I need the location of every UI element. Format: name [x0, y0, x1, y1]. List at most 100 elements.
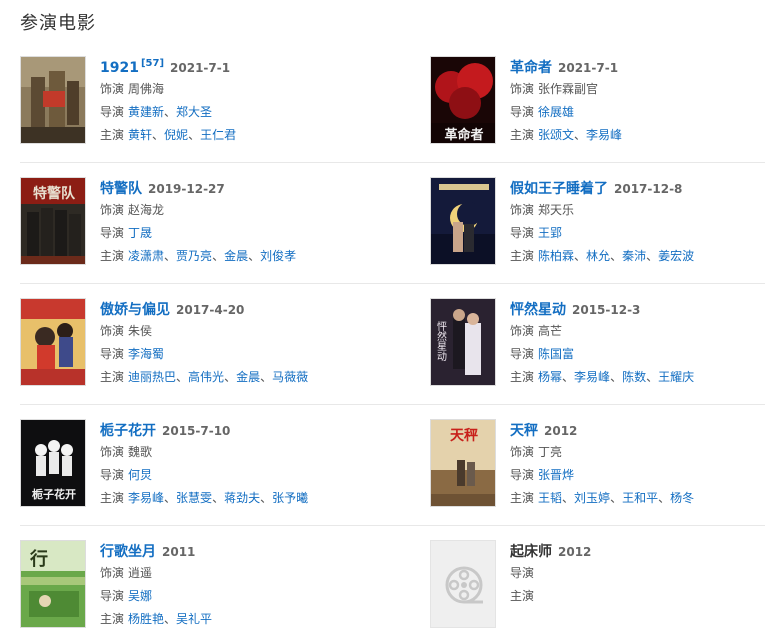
director-label: 导演	[100, 589, 125, 603]
film-poster[interactable]: 革命者	[430, 56, 496, 144]
cast-link[interactable]: 迪丽热巴	[128, 370, 176, 384]
film-poster[interactable]: 特警队	[20, 177, 86, 265]
cast-link[interactable]: 王韬	[538, 491, 562, 505]
cast-link[interactable]: 李易峰	[574, 370, 610, 384]
film-info: 假如王子睡着了 2017-12-8 饰演 郑天乐 导演 王郢 主演 陈柏霖、林允、秦沛、…	[510, 177, 765, 268]
release-date: 2017-12-8	[614, 182, 683, 196]
section-title: 参演电影	[20, 13, 96, 34]
cast-label: 主演	[510, 370, 535, 384]
poster-text: 革命者	[444, 127, 483, 143]
film-title-link[interactable]: 天秤	[510, 423, 538, 439]
director-link[interactable]: 吴娜	[128, 589, 152, 603]
cast-link[interactable]: 贾乃亮	[176, 249, 212, 263]
director-link[interactable]: 丁晟	[128, 226, 152, 240]
cast-link[interactable]: 刘玉婷	[574, 491, 610, 505]
director-link[interactable]: 黄建新	[128, 105, 164, 119]
film-poster[interactable]: 怦然星动	[430, 298, 496, 386]
director-link[interactable]: 李海蜀	[128, 347, 164, 361]
film-title-link[interactable]: 傲娇与偏见	[100, 302, 170, 318]
cast-link[interactable]: 倪妮	[164, 128, 188, 142]
cast-link[interactable]: 陈柏霖	[538, 249, 574, 263]
director-link[interactable]: 郑大圣	[176, 105, 212, 119]
separator: 、	[212, 491, 225, 505]
separator: 、	[260, 491, 273, 505]
cast-link[interactable]: 林允	[586, 249, 610, 263]
director-line: 导演 丁晟	[100, 222, 360, 245]
director-line: 导演 陈国富	[510, 343, 765, 366]
cast-label: 主演	[510, 491, 535, 505]
cast-link[interactable]: 杨幂	[538, 370, 562, 384]
film-title-link[interactable]: 特警队	[100, 181, 142, 197]
separator: 、	[610, 249, 623, 263]
cast-link[interactable]: 马薇薇	[272, 370, 308, 384]
cast-link[interactable]: 金晨	[224, 249, 248, 263]
director-link[interactable]: 王郢	[538, 226, 562, 240]
role-line: 饰演 魏歌	[100, 441, 360, 464]
film-title-link[interactable]: 怦然星动	[510, 302, 566, 318]
separator: 、	[562, 491, 575, 505]
director-link[interactable]: 徐展雄	[538, 105, 574, 119]
director-label: 导演	[100, 105, 125, 119]
separator: 、	[574, 249, 587, 263]
citation-ref[interactable]: [57]	[141, 58, 164, 69]
film-poster[interactable]: 天秤	[430, 419, 496, 507]
cast-link[interactable]: 黄轩	[128, 128, 152, 142]
cast-line: 主演 杨胜艳、吴礼平	[100, 608, 360, 631]
cast-link[interactable]: 高伟光	[188, 370, 224, 384]
director-link[interactable]: 张晋烨	[538, 468, 574, 482]
role-line: 饰演 逍遥	[100, 562, 360, 585]
film-poster[interactable]: 行	[20, 540, 86, 628]
cast-link[interactable]: 王耀庆	[658, 370, 694, 384]
film-title-link[interactable]: 1921	[100, 60, 139, 76]
cast-link[interactable]: 李易峰	[128, 491, 164, 505]
director-line: 导演 黄建新、郑大圣	[100, 101, 360, 124]
film-title-link[interactable]: 革命者	[510, 60, 552, 76]
separator: 、	[260, 370, 273, 384]
separator: 、	[224, 370, 237, 384]
role-label: 饰演	[510, 82, 535, 96]
film-title-line: 1921 [57] 2021-7-1	[100, 56, 360, 78]
film-title-line: 怦然星动 2015-12-3	[510, 298, 765, 320]
film-row: 1921 [57] 2021-7-1 饰演 周佛海 导演 黄建新、郑大圣 主演 黄轩、倪妮…	[20, 42, 765, 163]
film-poster[interactable]	[20, 56, 86, 144]
cast-link[interactable]: 杨胜艳	[128, 612, 164, 626]
cast-link[interactable]: 吴礼平	[176, 612, 212, 626]
cast-link[interactable]: 刘俊孝	[260, 249, 296, 263]
film-title-link[interactable]: 假如王子睡着了	[510, 181, 608, 197]
director-link[interactable]: 何炅	[128, 468, 152, 482]
poster-text: 特警队	[33, 185, 76, 202]
role-label: 饰演	[100, 324, 125, 338]
film-reel-icon	[445, 566, 483, 604]
film-poster[interactable]: 栀子花开	[20, 419, 86, 507]
cast-link[interactable]: 张慧雯	[176, 491, 212, 505]
cast-link[interactable]: 王仁君	[200, 128, 236, 142]
cast-link[interactable]: 陈数	[622, 370, 646, 384]
cast-line: 主演 杨幂、李易峰、陈数、王耀庆	[510, 366, 765, 389]
cast-link[interactable]: 张颂文	[538, 128, 574, 142]
poster-text: 天秤	[450, 427, 478, 444]
cast-link[interactable]: 蒋劲夫	[224, 491, 260, 505]
film-row: 行 行歌坐月 2011 饰演 逍遥 导演 吴娜 主演 杨胜艳、吴礼平 起床师 2…	[20, 526, 765, 640]
film-poster[interactable]	[430, 177, 496, 265]
role-value: 赵海龙	[128, 203, 165, 217]
film-title: 起床师	[510, 544, 552, 560]
cast-link[interactable]: 李易峰	[586, 128, 622, 142]
cast-link[interactable]: 姜宏波	[658, 249, 694, 263]
cast-link[interactable]: 张予曦	[272, 491, 308, 505]
cast-link[interactable]: 金晨	[236, 370, 260, 384]
director-link[interactable]: 陈国富	[538, 347, 574, 361]
release-date: 2012	[558, 545, 592, 559]
film-poster[interactable]	[20, 298, 86, 386]
cast-link[interactable]: 杨冬	[670, 491, 694, 505]
cast-link[interactable]: 秦沛	[622, 249, 646, 263]
film-title-link[interactable]: 行歌坐月	[100, 544, 156, 560]
cast-link[interactable]: 王和平	[622, 491, 658, 505]
film-title-link[interactable]: 栀子花开	[100, 423, 156, 439]
cast-link[interactable]: 凌潇肃	[128, 249, 164, 263]
film-info: 行歌坐月 2011 饰演 逍遥 导演 吴娜 主演 杨胜艳、吴礼平	[100, 540, 360, 631]
release-date: 2021-7-1	[170, 61, 231, 75]
release-date: 2011	[162, 545, 196, 559]
director-label: 导演	[100, 226, 125, 240]
director-label: 导演	[510, 226, 535, 240]
film-card: 1921 [57] 2021-7-1 饰演 周佛海 导演 黄建新、郑大圣 主演 黄轩、倪妮…	[20, 56, 355, 148]
